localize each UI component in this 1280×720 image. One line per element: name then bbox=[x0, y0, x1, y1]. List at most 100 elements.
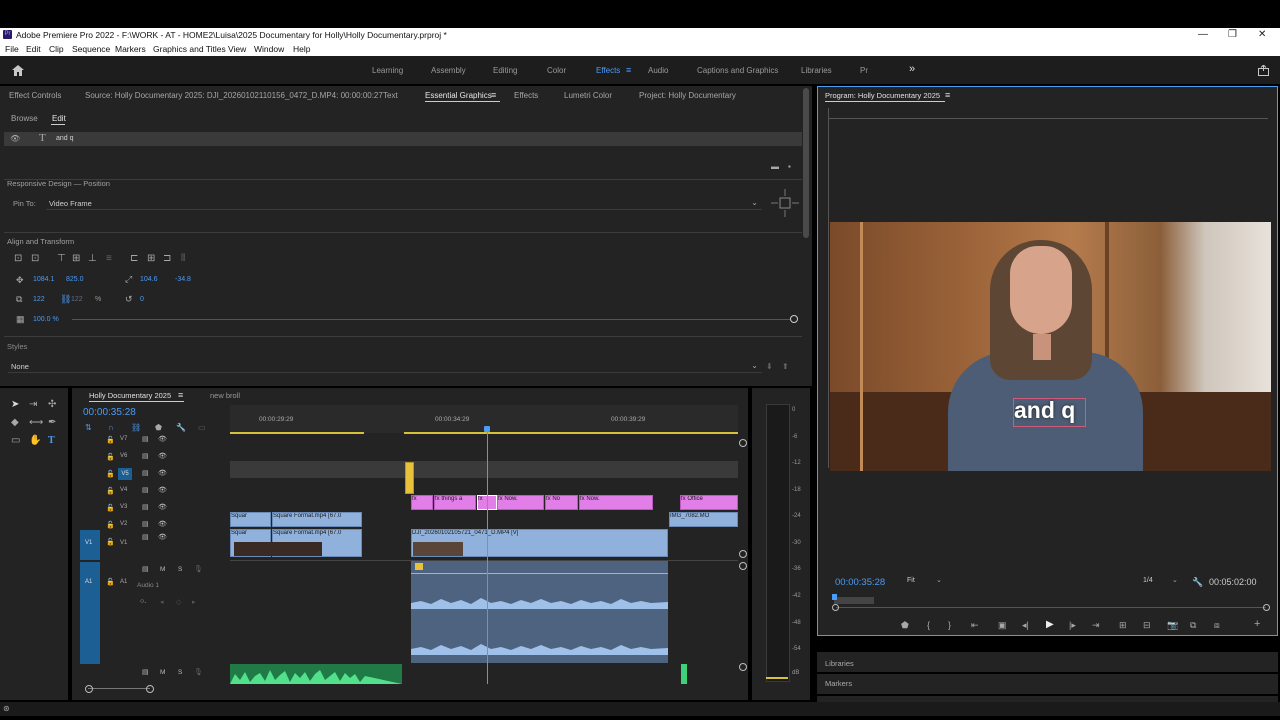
new-layer-folder-icon[interactable]: ▬ bbox=[771, 162, 779, 172]
program-timecode[interactable]: 00:00:35:28 bbox=[835, 577, 885, 588]
sync-style-icon[interactable]: ⬆ bbox=[782, 362, 789, 372]
workspace-menu-icon[interactable]: ≡ bbox=[626, 65, 631, 75]
eye-icon[interactable]: 👁 bbox=[158, 503, 167, 511]
selection-tool-icon[interactable]: ➤ bbox=[11, 400, 19, 410]
push-style-icon[interactable]: ⬇ bbox=[766, 362, 773, 372]
align-to-selection-icon[interactable]: ⊡ bbox=[31, 254, 39, 264]
voiceover-mic-icon[interactable]: 🎙 bbox=[194, 668, 203, 676]
timeline-tab-menu-icon[interactable]: ≡ bbox=[178, 390, 183, 400]
slip-tool-icon[interactable]: ⟷ bbox=[29, 418, 43, 428]
position-y-value[interactable]: 825.0 bbox=[66, 276, 84, 283]
razor-tool-icon[interactable]: ◆ bbox=[11, 418, 19, 428]
status-icon[interactable]: ⊛ bbox=[3, 704, 10, 714]
distribute-vertical-icon[interactable]: ≡ bbox=[106, 254, 112, 264]
align-bottom-icon[interactable]: ⊥ bbox=[88, 254, 97, 264]
menu-window[interactable]: Window bbox=[254, 44, 284, 54]
new-layer-icon[interactable]: ▪ bbox=[788, 162, 791, 172]
timeline-settings-icon[interactable]: 🔧 bbox=[176, 423, 186, 433]
anchor-x-value[interactable]: 104.6 bbox=[140, 276, 158, 283]
track-zoom-handle[interactable] bbox=[739, 439, 747, 447]
go-to-out-icon[interactable]: ⇥ bbox=[1092, 620, 1100, 630]
align-vertical-center-icon[interactable]: ⊞ bbox=[72, 254, 80, 264]
lock-icon[interactable]: 🔓 bbox=[106, 487, 115, 495]
insert-nest-icon[interactable]: ⇅ bbox=[85, 423, 92, 433]
sync-lock-icon[interactable]: ▤ bbox=[142, 486, 149, 494]
graphic-clip[interactable]: fx Now. bbox=[579, 495, 653, 510]
safe-margins-icon[interactable]: ▣ bbox=[998, 620, 1007, 630]
step-forward-icon[interactable]: |▸ bbox=[1069, 620, 1076, 630]
track-label-v5[interactable]: V5 bbox=[118, 468, 132, 480]
close-button[interactable]: ✕ bbox=[1258, 29, 1266, 40]
export-frame-icon[interactable]: 📷 bbox=[1167, 620, 1178, 630]
source-patch-a1[interactable] bbox=[80, 562, 100, 664]
align-right-icon[interactable]: ⊐ bbox=[163, 254, 171, 264]
timeline-tab-sequence[interactable]: Holly Documentary 2025 bbox=[89, 391, 171, 400]
sync-lock-icon[interactable]: ▤ bbox=[142, 435, 149, 443]
tab-text[interactable]: Text bbox=[383, 91, 398, 100]
eye-icon[interactable]: 👁 bbox=[10, 134, 20, 144]
eye-icon[interactable]: 👁 bbox=[158, 533, 167, 541]
tab-effect-controls[interactable]: Effect Controls bbox=[9, 91, 61, 100]
tab-project[interactable]: Project: Holly Documentary bbox=[639, 91, 736, 100]
work-area-bar[interactable] bbox=[230, 432, 364, 434]
zoom-bar-right-handle[interactable] bbox=[146, 685, 154, 693]
menu-edit[interactable]: Edit bbox=[26, 44, 41, 54]
sync-lock-icon[interactable]: ▤ bbox=[142, 565, 149, 573]
layer-row[interactable]: 👁 T and q bbox=[4, 132, 802, 146]
tab-source[interactable]: Source: Holly Documentary 2025: DJI_2026… bbox=[85, 91, 383, 100]
menu-file[interactable]: File bbox=[5, 44, 19, 54]
menu-view[interactable]: View bbox=[228, 44, 246, 54]
track-zoom-handle[interactable] bbox=[739, 550, 747, 558]
eye-icon[interactable]: 👁 bbox=[158, 486, 167, 494]
mark-in-icon[interactable]: { bbox=[927, 620, 930, 630]
tab-menu-icon[interactable]: ≡ bbox=[491, 90, 496, 100]
track-zoom-handle[interactable] bbox=[739, 663, 747, 671]
menu-graphics-and-titles[interactable]: Graphics and Titles bbox=[153, 44, 226, 54]
opacity-slider-handle[interactable] bbox=[790, 315, 798, 323]
markers-panel[interactable]: Markers bbox=[817, 674, 1278, 694]
opacity-value[interactable]: 100.0 % bbox=[33, 316, 59, 323]
anchor-y-value[interactable]: -34.8 bbox=[175, 276, 191, 283]
next-keyframe-icon[interactable]: ▸ bbox=[192, 598, 196, 606]
hand-tool-icon[interactable]: ✋ bbox=[29, 436, 41, 446]
mute-button[interactable]: M bbox=[160, 566, 165, 573]
menu-sequence[interactable]: Sequence bbox=[72, 44, 110, 54]
graphic-clip[interactable]: fx Now. bbox=[497, 495, 544, 510]
pin-position-widget-icon[interactable] bbox=[771, 189, 799, 217]
resolution-dropdown[interactable]: 1/4 ⌄ bbox=[1140, 576, 1182, 587]
more-workspaces-icon[interactable]: » bbox=[909, 63, 915, 75]
workspace-learning[interactable]: Learning bbox=[372, 66, 403, 75]
styles-dropdown[interactable]: None ⌄ bbox=[8, 359, 762, 373]
sync-lock-icon[interactable]: ▤ bbox=[142, 533, 149, 541]
captions-icon[interactable]: ▭ bbox=[198, 423, 206, 433]
graphic-clip[interactable]: fx bbox=[411, 495, 433, 510]
add-keyframe-icon[interactable]: ◇ bbox=[176, 598, 181, 606]
type-tool-icon[interactable]: T bbox=[48, 436, 55, 446]
program-scrubber-track[interactable] bbox=[836, 607, 1266, 608]
settings-wrench-icon[interactable]: 🔧 bbox=[1192, 577, 1203, 587]
sync-lock-icon[interactable]: ▤ bbox=[142, 668, 149, 676]
eye-icon[interactable]: 👁 bbox=[158, 435, 167, 443]
prev-keyframe-icon[interactable]: ◂ bbox=[160, 598, 164, 606]
step-back-icon[interactable]: ◂| bbox=[1022, 620, 1029, 630]
home-icon[interactable] bbox=[12, 65, 24, 76]
button-editor-add-icon[interactable]: + bbox=[1254, 619, 1260, 630]
music-clip[interactable] bbox=[230, 664, 402, 684]
caption-text[interactable]: and q bbox=[1014, 397, 1075, 424]
sync-lock-icon[interactable]: ▤ bbox=[142, 469, 149, 477]
voiceover-mic-icon[interactable]: 🎙 bbox=[194, 565, 203, 573]
add-marker-icon[interactable]: ⬟ bbox=[901, 620, 909, 630]
align-horizontal-center-icon[interactable]: ⊞ bbox=[147, 254, 155, 264]
eye-icon[interactable]: 👁 bbox=[158, 469, 167, 477]
subtab-edit[interactable]: Edit bbox=[52, 114, 66, 123]
keyframe-toggle-icon[interactable]: ○. bbox=[140, 598, 146, 605]
scale-height-value[interactable]: 122 bbox=[71, 296, 83, 303]
menu-clip[interactable]: Clip bbox=[49, 44, 64, 54]
workspace-captions[interactable]: Captions and Graphics bbox=[697, 66, 778, 75]
pen-tool-icon[interactable]: ✒ bbox=[48, 418, 56, 428]
program-playhead[interactable] bbox=[832, 594, 837, 600]
track-v5-area[interactable] bbox=[230, 461, 738, 478]
linked-selection-icon[interactable]: ⛓ bbox=[131, 423, 141, 433]
video-clip[interactable]: IMG_7082.MO bbox=[669, 512, 738, 527]
position-x-value[interactable]: 1084.1 bbox=[33, 276, 54, 283]
